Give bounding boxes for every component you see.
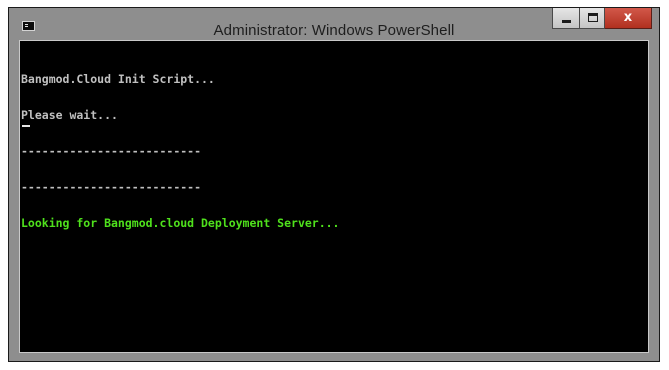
minimize-icon: [562, 20, 571, 23]
console-output[interactable]: Bangmod.Cloud Init Script... Please wait…: [19, 40, 649, 353]
window-controls: x: [552, 8, 652, 29]
console-line: Bangmod.Cloud Init Script...: [21, 72, 215, 86]
console-separator: --------------------------: [21, 180, 202, 194]
maximize-icon: [588, 13, 598, 22]
minimize-button[interactable]: [552, 8, 579, 29]
console-separator: --------------------------: [21, 144, 202, 158]
console-status-line: Looking for Bangmod.cloud Deployment Ser…: [21, 216, 340, 230]
title-bar[interactable]: Administrator: Windows PowerShell x: [9, 8, 659, 40]
console-line: Please wait...: [21, 108, 118, 122]
maximize-button[interactable]: [579, 8, 605, 29]
text-cursor: [22, 125, 30, 127]
console-lines: Bangmod.Cloud Init Script... Please wait…: [21, 49, 340, 253]
close-icon: x: [623, 10, 633, 25]
close-button[interactable]: x: [605, 8, 652, 29]
powershell-window: Administrator: Windows PowerShell x Bang…: [8, 7, 660, 362]
